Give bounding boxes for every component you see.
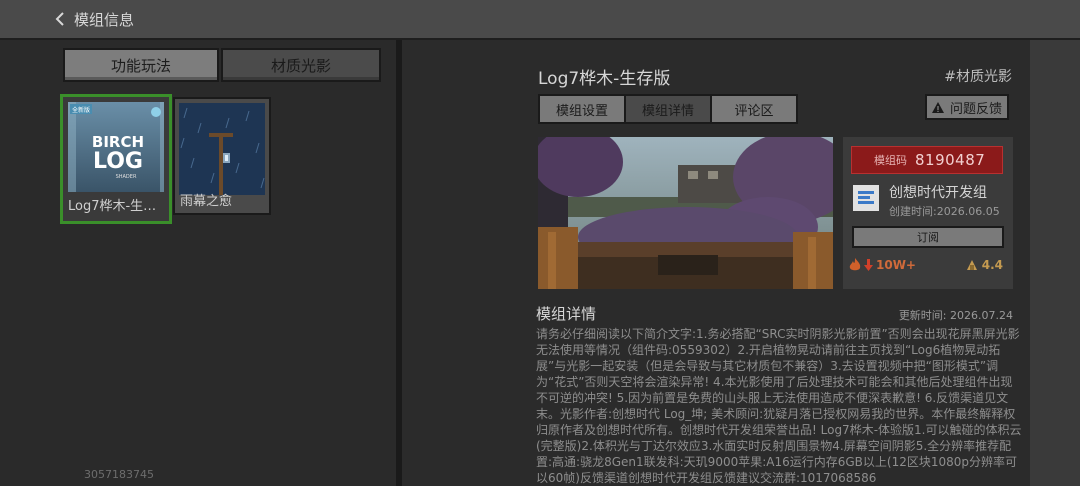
rating-value: 4.4 — [981, 258, 1003, 272]
subscribe-button[interactable]: 订阅 — [852, 226, 1004, 248]
edge-panel — [1030, 40, 1080, 486]
back-button[interactable]: 模组信息 — [54, 8, 134, 30]
tab-label: 评论区 — [734, 103, 774, 119]
mod-preview-image[interactable] — [538, 137, 833, 289]
mod-thumbnail — [179, 103, 265, 195]
mod-code-value: 8190487 — [915, 151, 986, 169]
report-issue-button[interactable]: 问题反馈 — [925, 94, 1009, 120]
tab-shaders[interactable]: 材质光影 — [221, 48, 381, 82]
report-label: 问题反馈 — [949, 101, 1002, 117]
category-tabs: 功能玩法 材质光影 — [63, 48, 381, 82]
mod-card-birch-log[interactable]: 全新版 BIRCH LOG SHADER Log7桦木-生… — [60, 94, 172, 224]
category-tag[interactable]: #材质光影 — [944, 66, 1012, 86]
top-bar: 模组信息 — [0, 0, 1080, 40]
mod-thumbnail: 全新版 BIRCH LOG SHADER — [68, 102, 164, 192]
page-title: 模组信息 — [74, 10, 135, 29]
tab-mod-settings[interactable]: 模组设置 — [540, 96, 626, 122]
developer-avatar-icon — [853, 185, 879, 211]
mod-code-badge[interactable]: 模组码 8190487 — [851, 146, 1003, 174]
arrow-down-icon — [864, 259, 873, 271]
detail-heading: 模组详情 — [536, 305, 597, 323]
flame-icon — [849, 258, 861, 271]
svg-text:LOG: LOG — [93, 149, 143, 174]
mod-card-label: Log7桦木-生… — [68, 199, 157, 214]
rating-stat: 4.4 — [965, 258, 1003, 272]
mod-card-label: 雨幕之愈 — [180, 194, 233, 209]
warning-icon — [931, 101, 944, 113]
tab-mod-details[interactable]: 模组详情 — [626, 96, 712, 122]
mod-title: Log7桦木-生存版 — [538, 69, 671, 89]
developer-name[interactable]: 创想时代开发组 — [889, 182, 987, 202]
mod-info-box: 模组码 8190487 创想时代开发组 创建时间:2026.06.05 订阅 1… — [843, 137, 1013, 289]
tab-label: 功能玩法 — [110, 56, 171, 75]
svg-text:SHADER: SHADER — [116, 174, 137, 180]
tab-comments[interactable]: 评论区 — [712, 96, 796, 122]
user-id: 3057183745 — [84, 468, 154, 481]
popularity-value: 10W+ — [876, 258, 916, 272]
chevron-left-icon — [55, 12, 64, 26]
tab-label: 模组详情 — [641, 103, 694, 119]
tab-label: 材质光影 — [270, 56, 331, 75]
mod-code-label: 模组码 — [874, 154, 907, 167]
popularity-stat: 10W+ — [849, 258, 916, 272]
created-date: 创建时间:2026.06.05 — [889, 205, 1000, 218]
subscribe-label: 订阅 — [917, 231, 939, 244]
detail-tabs: 模组设置 模组详情 评论区 — [538, 94, 798, 124]
mod-description: 请务必仔细阅读以下简介文字:1.务必搭配“SRC实时阴影光影前置”否则会出现花屏… — [536, 327, 1022, 485]
svg-text:全新版: 全新版 — [72, 106, 90, 114]
update-time: 更新时间: 2026.07.24 — [898, 309, 1013, 322]
tab-label: 模组设置 — [555, 103, 608, 119]
tab-gameplay[interactable]: 功能玩法 — [63, 48, 219, 82]
mod-card-rain-heal[interactable]: 雨幕之愈 — [173, 97, 271, 215]
rating-icon — [966, 260, 977, 270]
